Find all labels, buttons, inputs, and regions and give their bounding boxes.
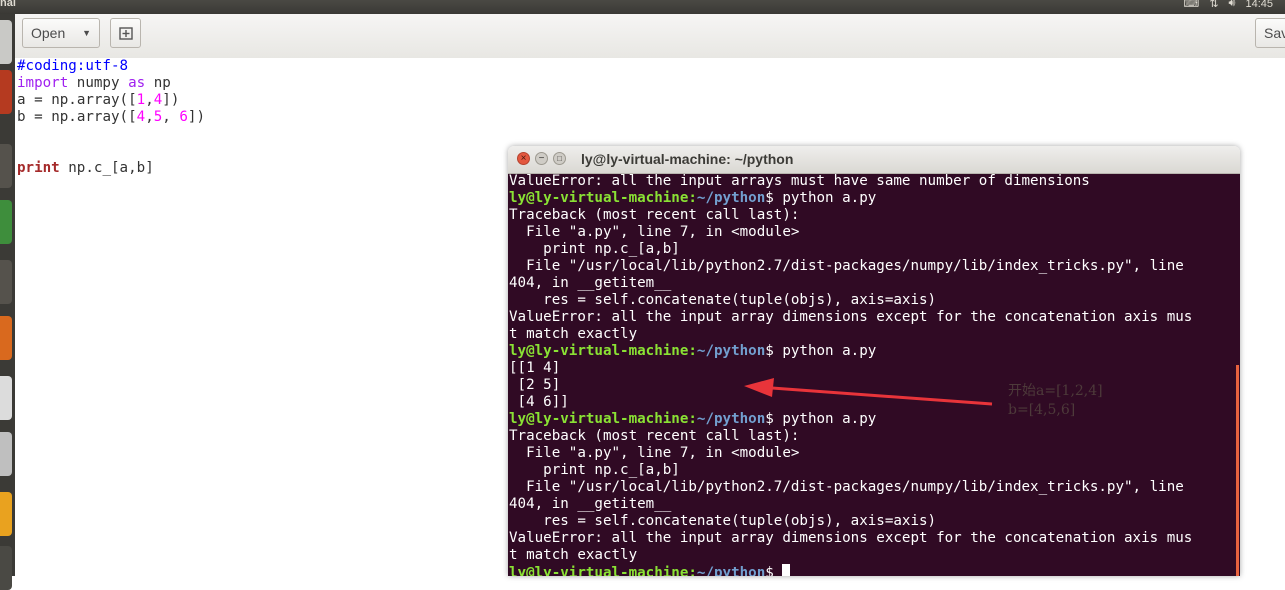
terminal-edge bbox=[1236, 365, 1239, 576]
annotation-note: 开始a=[1,2,4] b=[4,5,6] bbox=[1008, 382, 1103, 420]
network-icon[interactable]: ⇅ bbox=[1209, 0, 1218, 10]
open-button-label: Open bbox=[31, 25, 66, 41]
terminal-output-line: 404, in __getitem__ bbox=[509, 275, 672, 291]
terminal-output-line: [4 6]] bbox=[509, 394, 569, 410]
new-document-icon bbox=[118, 27, 133, 40]
new-document-button[interactable] bbox=[110, 18, 141, 48]
launcher-writer-icon[interactable] bbox=[0, 260, 12, 304]
terminal-output-line: [[1 4] bbox=[509, 360, 561, 376]
code-line[interactable]: import numpy as np bbox=[17, 75, 205, 92]
terminal-output-line: 404, in __getitem__ bbox=[509, 496, 672, 512]
launcher-settings-icon[interactable] bbox=[0, 432, 12, 476]
terminal-output-line: Traceback (most recent call last): bbox=[509, 207, 800, 223]
top-panel: nal ⌨ ⇅ 🔊︎ 14:45 bbox=[0, 0, 1285, 14]
terminal-output-line: print np.c_[a,b] bbox=[509, 241, 680, 257]
save-button-label: Sav bbox=[1264, 25, 1285, 41]
terminal-output-line: File "/usr/local/lib/python2.7/dist-pack… bbox=[509, 258, 1184, 274]
terminal-titlebar[interactable]: × − □ ly@ly-virtual-machine: ~/python bbox=[508, 146, 1240, 174]
chevron-down-icon: ▼ bbox=[82, 28, 91, 38]
close-button[interactable]: × bbox=[517, 152, 530, 165]
terminal-prompt-line: ly@ly-virtual-machine:~/python$ python a… bbox=[509, 190, 877, 206]
terminal-output-line: Traceback (most recent call last): bbox=[509, 428, 800, 444]
minimize-button[interactable]: − bbox=[535, 152, 548, 165]
terminal-prompt-line: ly@ly-virtual-machine:~/python$ python a… bbox=[509, 411, 877, 427]
terminal-output-line: res = self.concatenate(tuple(objs), axis… bbox=[509, 292, 937, 308]
launcher-firefox-icon[interactable] bbox=[0, 144, 12, 188]
terminal-cursor bbox=[782, 564, 791, 576]
terminal-output[interactable]: ValueError: all the input arrays must ha… bbox=[508, 174, 1240, 576]
app-name: nal bbox=[0, 0, 16, 9]
system-tray: ⌨ ⇅ 🔊︎ 14:45 bbox=[1183, 0, 1273, 10]
code-line[interactable]: #coding:utf-8 bbox=[17, 58, 205, 75]
launcher-terminal-icon[interactable] bbox=[0, 546, 12, 590]
terminal-prompt-line: ly@ly-virtual-machine:~/python$ python a… bbox=[509, 343, 877, 359]
code-line[interactable]: a = np.array([1,4]) bbox=[17, 92, 205, 109]
terminal-output-line: File "/usr/local/lib/python2.7/dist-pack… bbox=[509, 479, 1184, 495]
close-icon: × bbox=[520, 153, 527, 164]
launcher-files-icon[interactable] bbox=[0, 70, 12, 114]
code-content[interactable]: #coding:utf-8 import numpy as np a = np.ar… bbox=[17, 58, 205, 177]
maximize-icon: □ bbox=[557, 154, 562, 163]
keyboard-icon[interactable]: ⌨ bbox=[1183, 0, 1199, 10]
terminal-output-line: ValueError: all the input array dimensio… bbox=[509, 309, 1193, 325]
maximize-button[interactable]: □ bbox=[553, 152, 566, 165]
code-line[interactable]: print np.c_[a,b] bbox=[17, 160, 205, 177]
code-line[interactable] bbox=[17, 126, 205, 143]
save-button[interactable]: Sav bbox=[1255, 18, 1285, 48]
launcher-impress-icon[interactable] bbox=[0, 316, 12, 360]
terminal-output-line: File "a.py", line 7, in <module> bbox=[509, 445, 800, 461]
annotation-line-1: 开始a=[1,2,4] bbox=[1008, 383, 1103, 399]
code-line[interactable]: b = np.array([4,5, 6]) bbox=[17, 109, 205, 126]
terminal-output-line: ValueError: all the input arrays must ha… bbox=[509, 174, 1090, 189]
terminal-title: ly@ly-virtual-machine: ~/python bbox=[581, 151, 794, 167]
minimize-icon: − bbox=[538, 153, 545, 164]
volume-icon[interactable]: 🔊︎ bbox=[1229, 0, 1236, 10]
launcher-software-icon[interactable] bbox=[0, 492, 12, 536]
terminal-output-line: ValueError: all the input array dimensio… bbox=[509, 530, 1193, 546]
editor-toolbar: Open ▼ Sav bbox=[15, 14, 1285, 59]
terminal-body[interactable]: ValueError: all the input arrays must ha… bbox=[508, 174, 1240, 576]
terminal-output-line: print np.c_[a,b] bbox=[509, 462, 680, 478]
launcher-calc-icon[interactable] bbox=[0, 200, 12, 244]
launcher-text-editor-icon[interactable] bbox=[0, 376, 12, 420]
terminal-prompt-line: ly@ly-virtual-machine:~/python$ bbox=[509, 564, 1240, 576]
terminal-output-line: res = self.concatenate(tuple(objs), axis… bbox=[509, 513, 937, 529]
terminal-output-line: t match exactly bbox=[509, 326, 638, 342]
annotation-line-2: b=[4,5,6] bbox=[1008, 402, 1076, 418]
terminal-window[interactable]: × − □ ly@ly-virtual-machine: ~/python Va… bbox=[508, 146, 1240, 576]
launcher bbox=[0, 14, 15, 590]
clock[interactable]: 14:45 bbox=[1245, 0, 1273, 10]
code-line[interactable] bbox=[17, 143, 205, 160]
terminal-output-line: [2 5] bbox=[509, 377, 561, 393]
terminal-output-line: File "a.py", line 7, in <module> bbox=[509, 224, 800, 240]
terminal-output-line: t match exactly bbox=[509, 547, 638, 563]
open-button[interactable]: Open ▼ bbox=[22, 18, 100, 48]
launcher-dash-icon[interactable] bbox=[0, 20, 12, 64]
